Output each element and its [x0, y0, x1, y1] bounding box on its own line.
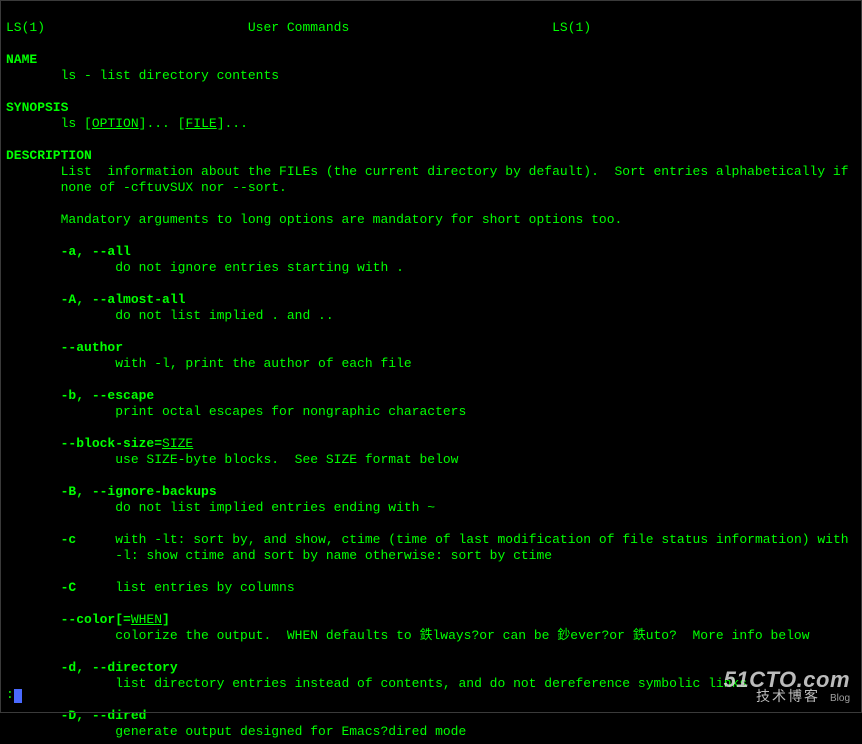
- opt-color-desc: colorize the output. WHEN defaults to 鉄l…: [115, 628, 809, 643]
- synopsis-bracket: [: [84, 116, 92, 131]
- desc-intro1: List information about the FILEs (the cu…: [61, 164, 849, 179]
- section-synopsis: SYNOPSIS: [6, 100, 68, 115]
- opt-b-flag: -b, --escape: [61, 388, 155, 403]
- opt-author-flag: --author: [61, 340, 123, 355]
- cursor-icon: [14, 689, 22, 703]
- opt-A-desc: do not list implied . and ..: [115, 308, 333, 323]
- opt-B-flag: -B, --ignore-backups: [61, 484, 217, 499]
- opt-B-desc: do not list implied entries ending with …: [115, 500, 435, 515]
- desc-intro2: none of -cftuvSUX nor --sort.: [61, 180, 287, 195]
- header-right: LS(1): [552, 20, 591, 35]
- header-center: User Commands: [248, 20, 349, 35]
- header-left: LS(1): [6, 20, 45, 35]
- synopsis-bracket2: ]... [: [139, 116, 186, 131]
- section-name: NAME: [6, 52, 37, 67]
- name-text: ls - list directory contents: [61, 68, 279, 83]
- opt-D-desc: generate output designed for Emacs?dired…: [115, 724, 466, 739]
- opt-D-flag: -D, --dired: [61, 708, 147, 723]
- opt-a-desc: do not ignore entries starting with .: [115, 260, 404, 275]
- opt-block-flag-arg: SIZE: [162, 436, 193, 451]
- opt-color-flag-arg: WHEN: [131, 612, 162, 627]
- section-description: DESCRIPTION: [6, 148, 92, 163]
- opt-color-flag-prefix: --color[=: [61, 612, 131, 627]
- opt-c-flag: -c: [61, 532, 77, 547]
- opt-d-flag: -d, --directory: [61, 660, 178, 675]
- desc-mandatory: Mandatory arguments to long options are …: [61, 212, 623, 227]
- watermark-line1: 51CTO.com: [724, 672, 850, 688]
- opt-b-desc: print octal escapes for nongraphic chara…: [115, 404, 466, 419]
- opt-author-desc: with -l, print the author of each file: [115, 356, 411, 371]
- opt-d-desc: list directory entries instead of conten…: [115, 676, 747, 691]
- synopsis-cmd: ls: [61, 116, 77, 131]
- watermark-line2: 技术博客: [756, 688, 820, 704]
- opt-C-flag: -C: [61, 580, 77, 595]
- watermark-blog: Blog: [830, 693, 850, 704]
- opt-color-flag-suffix: ]: [162, 612, 170, 627]
- opt-c-desc2: -l: show ctime and sort by name otherwis…: [115, 548, 552, 563]
- synopsis-tail: ]...: [217, 116, 248, 131]
- opt-a-flag: -a, --all: [61, 244, 131, 259]
- watermark: 51CTO.com 技术博客 Blog: [724, 672, 850, 707]
- synopsis-option: OPTION: [92, 116, 139, 131]
- synopsis-file: FILE: [185, 116, 216, 131]
- opt-c-desc1: with -lt: sort by, and show, ctime (time…: [115, 532, 848, 547]
- opt-C-desc: list entries by columns: [115, 580, 294, 595]
- opt-A-flag: -A, --almost-all: [61, 292, 186, 307]
- opt-block-desc: use SIZE-byte blocks. See SIZE format be…: [115, 452, 458, 467]
- prompt-char: :: [6, 687, 14, 702]
- pager-prompt[interactable]: :: [6, 687, 22, 703]
- opt-block-flag-prefix: --block-size=: [61, 436, 162, 451]
- man-page-terminal[interactable]: LS(1) User Commands LS(1) NAME ls - list…: [0, 0, 862, 744]
